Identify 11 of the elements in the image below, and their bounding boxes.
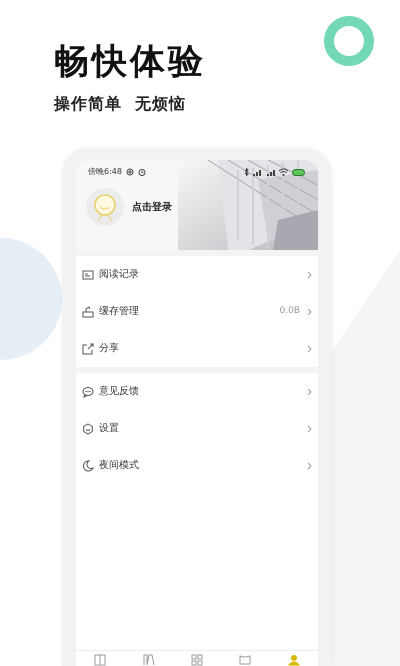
headline: 畅快体验 (54, 41, 206, 84)
menu-item[interactable]: 设置 (76, 410, 318, 447)
status-time: 傍晚6:48 (88, 166, 122, 178)
menu-item[interactable]: 分享 (76, 330, 318, 367)
menu-item[interactable]: 缓存管理 0.0B (76, 293, 318, 330)
menu-item[interactable]: 意见反馈 (76, 373, 318, 410)
tagline: 操作简单 无烦恼 (54, 93, 188, 115)
menu-item[interactable]: 夜间模式 (76, 447, 318, 484)
login-link[interactable]: 点击登录 (132, 200, 172, 214)
cache-size: 0.0B (280, 304, 300, 318)
menu-item[interactable]: 阅读记录 (76, 256, 318, 293)
